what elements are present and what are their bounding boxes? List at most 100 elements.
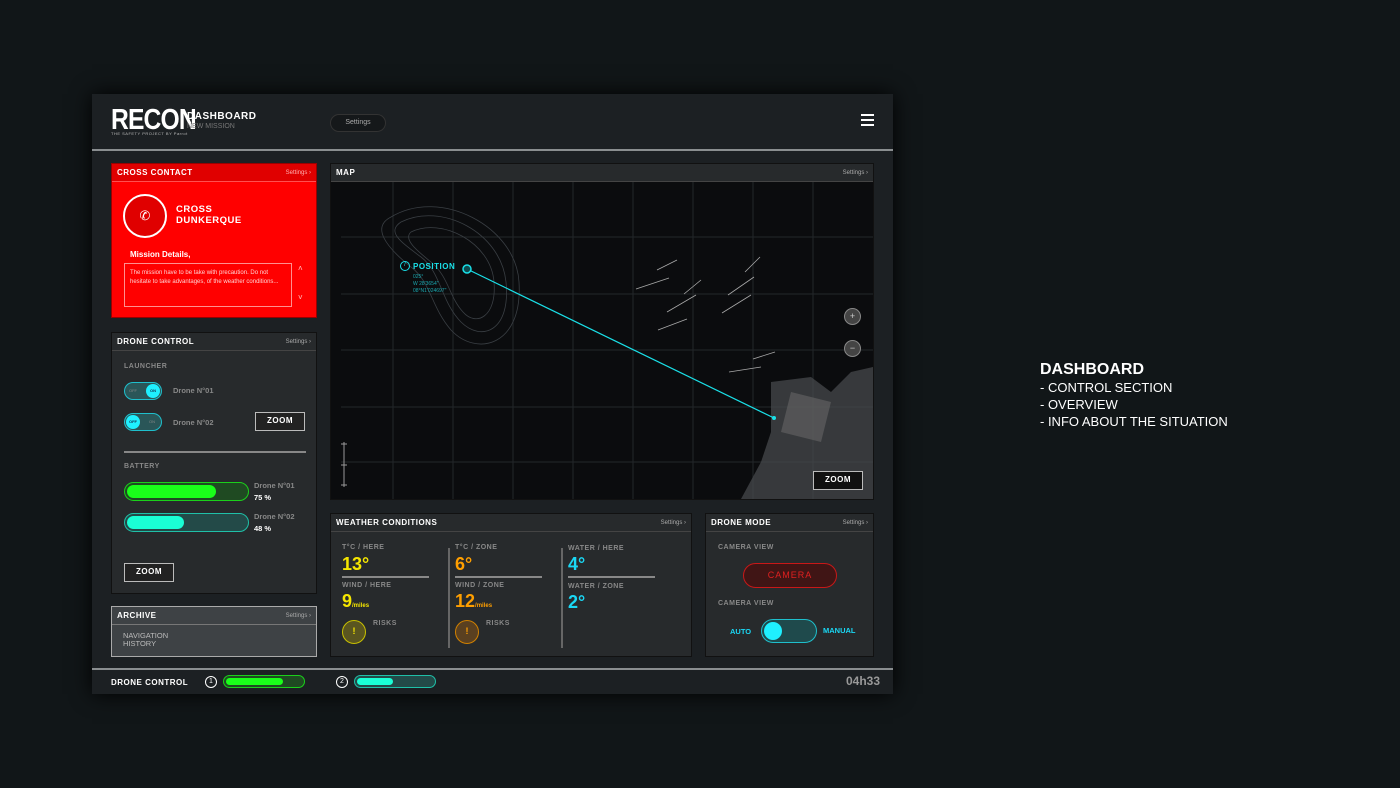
footer-drone1-bar	[223, 675, 305, 688]
camera-view-label: CAMERA VIEW	[718, 544, 774, 551]
map-zoom-button[interactable]: ZOOM	[813, 471, 863, 490]
settings-link[interactable]: Settings ›	[286, 613, 311, 619]
call-button[interactable]: ✆	[123, 194, 167, 238]
mission-details-label: Mission Details,	[130, 250, 191, 259]
drone1-launch-toggle[interactable]: OFF ON	[124, 382, 162, 400]
water-here-label: WATER / HERE	[568, 545, 625, 552]
risk-warning-icon[interactable]: !	[342, 620, 366, 644]
page-subtitle: NEW MISSION	[187, 123, 235, 130]
phone-icon: ✆	[139, 208, 151, 223]
divider	[455, 576, 542, 578]
drone2-launch-toggle[interactable]: OFF ON	[124, 413, 162, 431]
temp-zone-value: 6°	[455, 554, 473, 574]
panel-title: MAP	[336, 168, 356, 177]
position-label: POSITION	[413, 262, 456, 271]
scroll-up-icon[interactable]: ˄	[298, 264, 303, 273]
temp-zone-label: T°C / ZONE	[455, 544, 498, 551]
navigation-history-link[interactable]: NAVIGATION HISTORY	[123, 632, 168, 648]
battery1-percent: 75 %	[254, 493, 272, 502]
auto-label: AUTO	[730, 627, 752, 636]
risk-warning-icon[interactable]: !	[455, 620, 479, 644]
target-point	[772, 416, 776, 420]
toggle-on-label: ON	[149, 419, 155, 424]
water-zone-value: 2°	[568, 592, 586, 612]
side-note-item: - INFO ABOUT THE SITUATION	[1040, 414, 1228, 429]
dashboard-window: RECON THE SAFETY PROJECT BY Parrot DASHB…	[92, 94, 893, 694]
hamburger-menu-icon[interactable]	[861, 114, 874, 127]
zoom-out-icon[interactable]: −	[844, 340, 861, 357]
side-note-title: DASHBOARD	[1040, 361, 1144, 378]
header-settings-button[interactable]: Settings	[330, 114, 386, 132]
mission-details-textbox[interactable]: The mission have to be take with precaut…	[124, 263, 292, 307]
battery-fill	[127, 485, 217, 498]
archive-panel[interactable]: ARCHIVE Settings › NAVIGATION HISTORY	[111, 606, 317, 657]
settings-link[interactable]: Settings ›	[286, 339, 311, 345]
wind-zone-label: WIND / ZONE	[455, 582, 505, 589]
footer-title: DRONE CONTROL	[111, 678, 189, 687]
drone2-number-icon: 2	[336, 676, 348, 688]
contact-name-line1: CROSS	[176, 204, 213, 215]
divider	[561, 548, 563, 648]
divider	[568, 576, 655, 578]
wind-here-label: WIND / HERE	[342, 582, 392, 589]
temp-here-label: T°C / HERE	[342, 544, 385, 551]
battery-label: BATTERY	[124, 463, 160, 470]
drone2-label: Drone N°02	[173, 418, 214, 427]
divider	[124, 451, 306, 453]
launcher-label: LAUNCHER	[124, 363, 168, 370]
toggle-knob	[764, 622, 782, 640]
page-title: DASHBOARD	[187, 111, 257, 122]
camera-view-label-2: CAMERA VIEW	[718, 600, 774, 607]
contact-name-line2: DUNKERQUE	[176, 215, 242, 226]
manual-label: MANUAL	[823, 626, 856, 635]
footer-divider	[92, 668, 893, 670]
coord-latitude: 08°N1'024697"	[413, 288, 447, 294]
battery-zoom-button[interactable]: ZOOM	[124, 563, 174, 582]
settings-link[interactable]: Settings ›	[661, 520, 686, 526]
bar-fill	[226, 678, 283, 685]
drone-mode-panel: DRONE MODE Settings › CAMERA VIEW CAMERA …	[705, 513, 874, 657]
logo-subtitle: THE SAFETY PROJECT BY Parrot	[111, 131, 188, 136]
settings-link[interactable]: Settings ›	[843, 520, 868, 526]
drone2-battery-bar	[124, 513, 249, 532]
battery1-drone-label: Drone N°01	[254, 481, 295, 490]
wind-here-value: 9/miles	[342, 591, 370, 611]
water-zone-label: WATER / ZONE	[568, 583, 625, 590]
risks-label: RISKS	[486, 620, 510, 627]
drone1-number-icon: 1	[205, 676, 217, 688]
settings-link[interactable]: Settings ›	[843, 170, 868, 176]
battery2-percent: 48 %	[254, 524, 272, 533]
cross-contact-panel: CROSS CONTACT Settings › ✆ CROSS DUNKERQU…	[111, 163, 317, 318]
divider	[448, 548, 450, 648]
risks-label: RISKS	[373, 620, 397, 627]
mission-timer: 04h33	[846, 674, 881, 688]
water-here-value: 4°	[568, 554, 586, 574]
auto-manual-toggle[interactable]	[761, 619, 817, 643]
compass-icon: /	[400, 261, 410, 271]
side-note: DASHBOARD - CONTROL SECTION - OVERVIEW -…	[1040, 361, 1228, 430]
zoom-in-icon[interactable]: +	[844, 308, 861, 325]
wind-zone-value: 12/miles	[455, 591, 493, 611]
camera-button[interactable]: CAMERA	[743, 563, 837, 588]
drone1-label: Drone N°01	[173, 386, 214, 395]
header-divider	[92, 149, 893, 151]
divider	[342, 576, 429, 578]
drone-position-marker[interactable]	[462, 264, 472, 274]
panel-title: ARCHIVE	[117, 611, 157, 620]
toggle-knob: ON	[146, 384, 160, 398]
launcher-zoom-button[interactable]: ZOOM	[255, 412, 305, 431]
panel-title: DRONE MODE	[711, 518, 772, 527]
coord-longitude: W 28'3654"	[413, 281, 439, 287]
drone-control-panel: DRONE CONTROL Settings › LAUNCHER OFF ON D…	[111, 332, 317, 594]
map-panel: MAP Settings › / POSITION 025° W 28'3654"…	[330, 163, 874, 500]
weather-panel: WEATHER CONDITIONS Settings › T°C / HERE …	[330, 513, 692, 657]
toggle-knob: OFF	[126, 415, 140, 429]
battery-fill	[127, 516, 185, 529]
panel-title: WEATHER CONDITIONS	[336, 518, 438, 527]
map-canvas[interactable]	[331, 182, 873, 499]
toggle-off-label: OFF	[129, 388, 137, 393]
settings-link[interactable]: Settings ›	[286, 170, 311, 176]
panel-title: CROSS CONTACT	[117, 168, 193, 177]
footer-drone2-bar	[354, 675, 436, 688]
scroll-down-icon[interactable]: ˅	[298, 293, 303, 302]
